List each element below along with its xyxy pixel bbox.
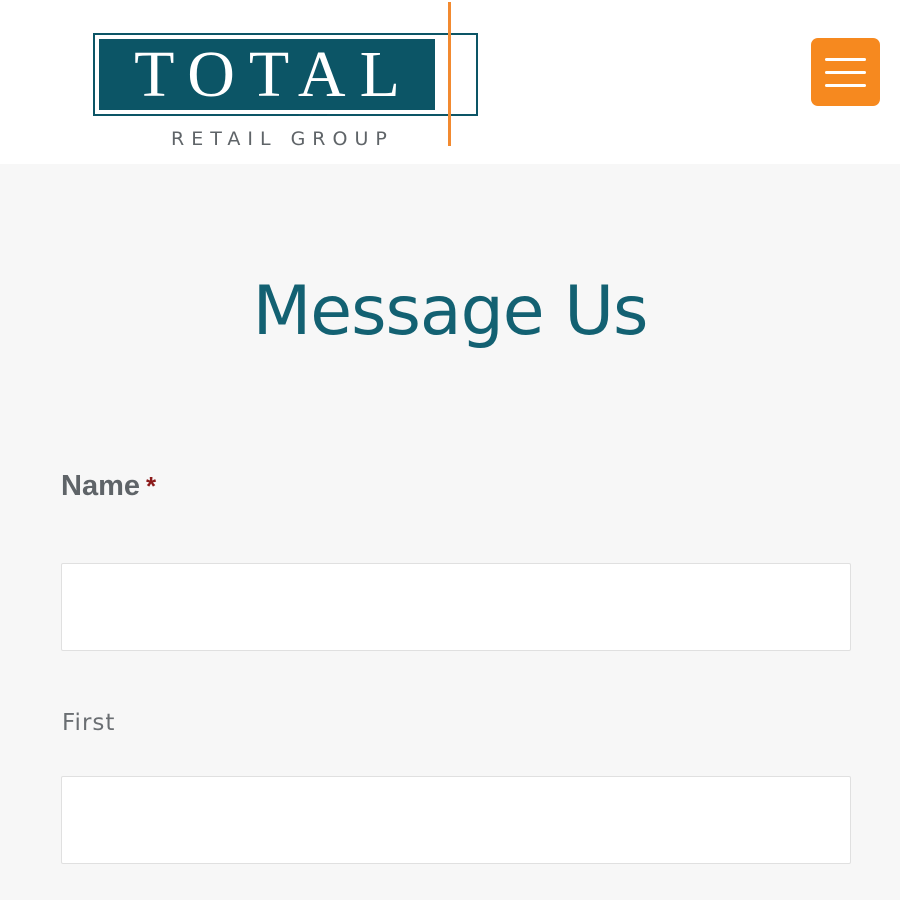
logo-subtitle: RETAIL GROUP [171, 128, 394, 150]
menu-button[interactable] [811, 38, 880, 106]
name-field-label: Name * [61, 466, 156, 506]
logo-accent-bar [448, 2, 451, 146]
first-name-input[interactable] [61, 563, 851, 651]
name-label-text: Name [61, 470, 140, 502]
hamburger-menu-icon [825, 71, 866, 74]
page-title: Message Us [252, 272, 649, 351]
required-mark: * [146, 471, 157, 501]
second-name-input[interactable] [61, 776, 851, 864]
logo-wordmark: TOTAL [134, 38, 414, 111]
site-header: TOTAL RETAIL GROUP [0, 0, 900, 164]
logo[interactable]: TOTAL RETAIL GROUP [93, 2, 483, 152]
page: TOTAL RETAIL GROUP Message Us Name * Firs… [0, 0, 900, 900]
hamburger-menu-icon [825, 58, 866, 61]
hamburger-menu-icon [825, 84, 866, 87]
first-name-sublabel: First [62, 710, 116, 736]
